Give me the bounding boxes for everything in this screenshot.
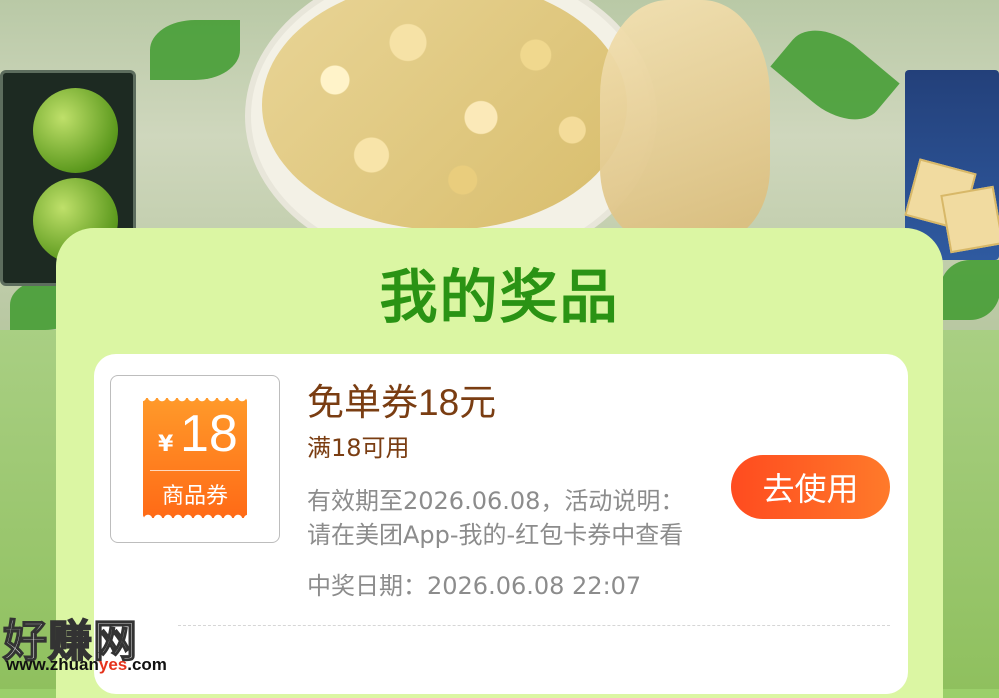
modal-title: 我的奖品 [379, 263, 620, 331]
chicken-feet-image [600, 0, 770, 240]
watermark-url-prefix: www.zhuan [6, 655, 99, 674]
prize-condition: 满18可用 [307, 434, 410, 462]
lime-image [33, 88, 118, 173]
watermark-url-highlight: yes [98, 655, 128, 674]
leaf-decoration [150, 20, 240, 80]
prize-description-line: 有效期至2026.06.08，活动说明： [307, 487, 685, 515]
coupon-type-label: 商品券 [161, 484, 228, 509]
coupon-amount: 18 [180, 405, 238, 463]
watermark-url: www.zhuanyes.com [6, 655, 167, 675]
prize-name: 免单券18元 [307, 382, 497, 423]
prize-description-line: 请在美团App-我的-红包卡券中查看 [307, 521, 684, 549]
use-coupon-button[interactable]: 去使用 [731, 455, 890, 519]
cracker-image [940, 185, 999, 254]
prize-won-date: 中奖日期：2026.06.08 22:07 [307, 572, 642, 600]
watermark-url-suffix: .com [127, 655, 167, 674]
coupon-currency: ¥ [158, 432, 174, 457]
prize-description: 有效期至2026.06.08，活动说明： 请在美团App-我的-红包卡券中查看 [307, 484, 737, 552]
card-divider [178, 625, 890, 626]
coupon-divider [150, 470, 240, 471]
